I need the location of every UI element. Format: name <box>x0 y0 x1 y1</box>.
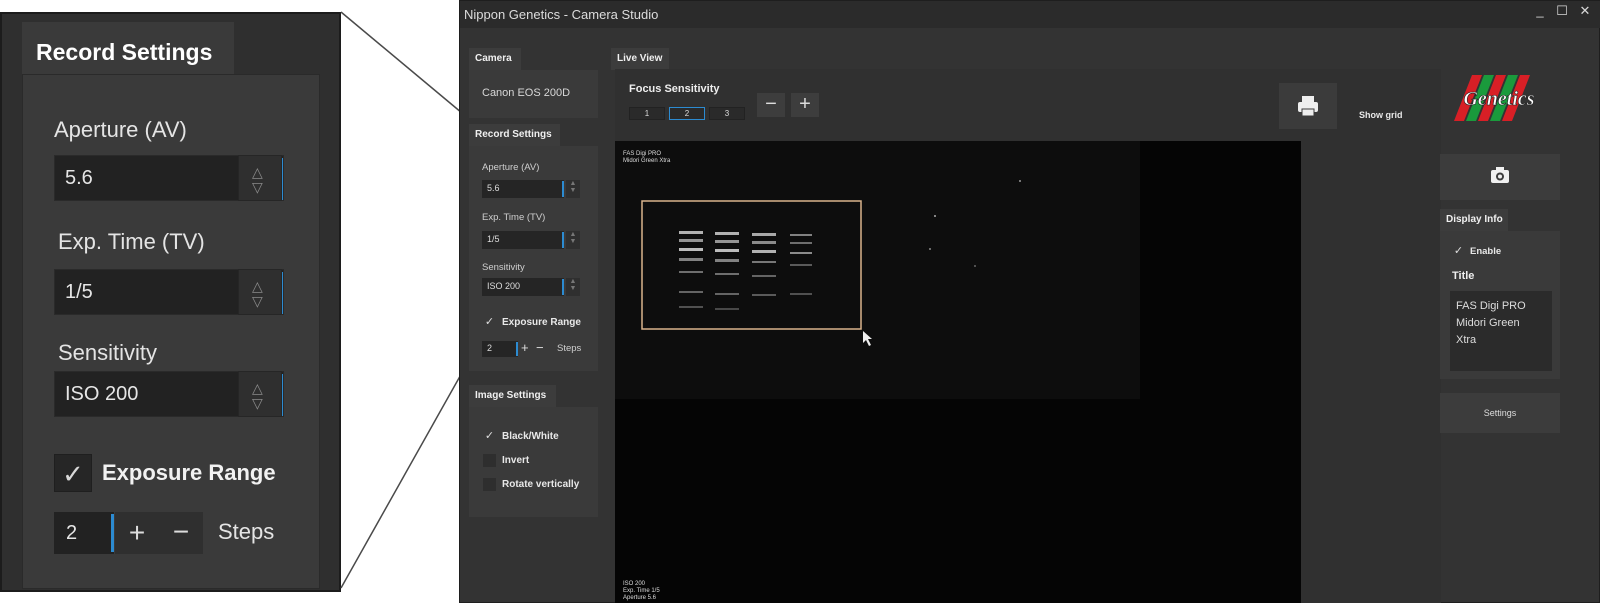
camera-panel[interactable]: Canon EOS 200D <box>469 70 598 118</box>
image-settings-panel: ✓ Black/White Invert Rotate vertically <box>469 407 598 517</box>
title-bar: Nippon Genetics - Camera Studio _ ☐ ✕ <box>460 1 1600 28</box>
focus-plus-button[interactable]: + <box>791 93 819 117</box>
camera-header: Camera <box>469 48 521 70</box>
steps-value: 2 <box>487 343 493 353</box>
invert-label: Invert <box>502 455 530 466</box>
exposure-range-checkbox[interactable]: ✓ <box>483 316 496 329</box>
overlay-info-line: Aperture 5.6 <box>623 595 657 601</box>
title-line: Xtra <box>1456 334 1477 346</box>
checkmark-icon: ✓ <box>484 430 495 442</box>
sensitivity-field[interactable]: ISO 200 <box>482 278 564 296</box>
settings-button[interactable]: Settings <box>1440 393 1560 433</box>
checkmark-icon: ✓ <box>1453 245 1464 257</box>
close-button[interactable]: ✕ <box>1577 3 1593 21</box>
spinner-icon: ▲ ▼ <box>569 278 577 292</box>
focus-minus-button[interactable]: − <box>757 93 785 117</box>
exptime-value: 1/5 <box>487 234 500 244</box>
sensitivity-spinner[interactable]: ▲ ▼ <box>566 278 580 296</box>
title-label-text: Title <box>1452 270 1475 282</box>
spinner-icon: ▲ ▼ <box>569 180 577 194</box>
logo-text: Genetics <box>1463 88 1534 110</box>
plus-icon: + <box>521 340 529 355</box>
maximize-button[interactable]: ☐ <box>1554 3 1570 21</box>
rotate-vertically-checkbox[interactable] <box>483 478 496 491</box>
aperture-field[interactable]: 5.6 <box>482 180 564 198</box>
overlay-title: FAS Digi PRO Midori Green Xtra <box>623 151 670 165</box>
sensitivity-focus-bar <box>562 279 564 295</box>
record-settings-panel: Aperture (AV) 5.6 ▲ ▼ Exp. Time (TV) 1/5 … <box>469 146 598 371</box>
app-window: Nippon Genetics - Camera Studio _ ☐ ✕ Ca… <box>459 0 1600 603</box>
title-line: FAS Digi PRO <box>1456 300 1526 312</box>
overlay-info-line: Exp. Time 1/5 <box>623 588 660 594</box>
black-white-checkbox[interactable]: ✓ <box>483 430 496 443</box>
print-button[interactable] <box>1279 83 1337 129</box>
checkmark-icon: ✓ <box>484 316 495 328</box>
enable-checkbox[interactable]: ✓ <box>1452 245 1465 258</box>
steps-focus-bar <box>516 342 518 356</box>
focus-sensitivity-label: Focus Sensitivity <box>629 83 720 95</box>
overlay-title-line: FAS Digi PRO <box>623 151 662 157</box>
camera-icon <box>1491 167 1509 183</box>
title-line: Midori Green <box>1456 317 1520 329</box>
exptime-focus-bar <box>562 232 564 248</box>
minimize-button[interactable]: _ <box>1532 3 1548 21</box>
minus-icon: − <box>536 340 544 355</box>
camera-model: Canon EOS 200D <box>482 87 571 99</box>
minus-icon: − <box>765 93 777 115</box>
maximize-icon: ☐ <box>1556 3 1568 18</box>
exptime-field[interactable]: 1/5 <box>482 231 564 249</box>
window-title: Nippon Genetics - Camera Studio <box>464 7 659 22</box>
title-label: Title <box>1452 270 1474 282</box>
sensitivity-value: ISO 200 <box>487 281 521 291</box>
enable-label: Enable <box>1470 246 1502 257</box>
exposure-range-label: Exposure Range <box>502 317 581 328</box>
plus-icon: + <box>799 93 811 115</box>
gel-image <box>615 141 1140 399</box>
focus-option-1[interactable]: 1 <box>629 107 665 120</box>
brand-logo: Genetics <box>1440 61 1558 141</box>
connector-line-bottom <box>340 361 469 589</box>
steps-label: Steps <box>557 343 582 354</box>
live-view-image[interactable]: FAS Digi PRO Midori Green Xtra ISO 200 E… <box>615 141 1301 603</box>
focus-option-3[interactable]: 3 <box>709 107 745 120</box>
black-white-label: Black/White <box>502 431 559 442</box>
spinner-icon: ▲ ▼ <box>569 231 577 245</box>
genetics-logo: Genetics <box>1454 75 1535 121</box>
aperture-value: 5.6 <box>487 183 500 193</box>
connector-line-top <box>340 11 469 119</box>
overlay-title-line: Midori Green Xtra <box>623 158 671 164</box>
show-grid-toggle[interactable]: Show grid <box>1359 110 1403 120</box>
display-info-panel: ✓ Enable Title FAS Digi PRO Midori Green… <box>1440 231 1560 379</box>
record-settings-header: Record Settings <box>469 124 560 146</box>
steps-minus-button[interactable]: − <box>536 340 544 355</box>
title-textarea[interactable]: FAS Digi PRO Midori Green Xtra <box>1450 291 1552 371</box>
display-info-header: Display Info <box>1440 209 1508 231</box>
close-icon: ✕ <box>1579 3 1591 18</box>
rotate-vertically-label: Rotate vertically <box>502 479 580 490</box>
steps-plus-button[interactable]: + <box>521 340 529 355</box>
aperture-focus-bar <box>562 181 564 197</box>
overlay-exposure-info: ISO 200 Exp. Time 1/5 Aperture 5.6 <box>623 581 660 602</box>
snapshot-button[interactable] <box>1440 154 1560 200</box>
overlay-info-line: ISO 200 <box>623 581 646 587</box>
steps-field[interactable]: 2 <box>482 341 518 357</box>
gel-region <box>615 141 1140 399</box>
aperture-spinner[interactable]: ▲ ▼ <box>566 180 580 198</box>
focus-option-2[interactable]: 2 <box>669 107 705 120</box>
minimize-icon: _ <box>1536 3 1544 18</box>
invert-checkbox[interactable] <box>483 454 496 467</box>
live-view-header: Live View <box>611 48 669 70</box>
image-settings-header: Image Settings <box>469 385 556 407</box>
exptime-label: Exp. Time (TV) <box>482 212 546 223</box>
printer-icon <box>1298 96 1318 117</box>
sensitivity-label: Sensitivity <box>482 262 525 273</box>
aperture-label: Aperture (AV) <box>482 162 540 173</box>
exptime-spinner[interactable]: ▲ ▼ <box>566 231 580 249</box>
